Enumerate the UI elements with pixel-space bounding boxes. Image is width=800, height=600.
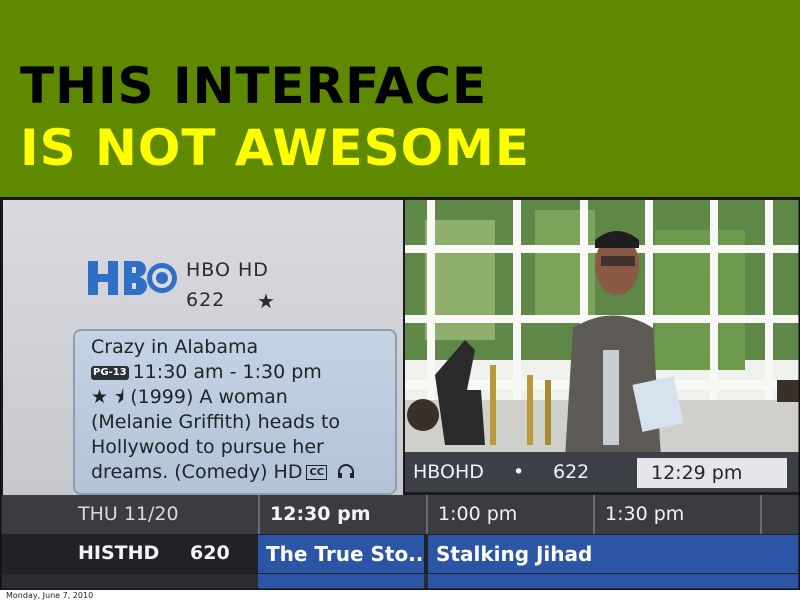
headline-line-2: IS NOT AWESOME [20,119,531,177]
tv-guide-photo: HBO HD 622 ★ Crazy in Alabama PG-13 11:30… [0,197,800,590]
headline-line-1: THIS INTERFACE [20,57,488,115]
date-caption: Monday, June 7, 2010 [6,591,94,600]
screen-edge [0,197,800,590]
headline-banner: THIS INTERFACE IS NOT AWESOME [0,0,800,197]
